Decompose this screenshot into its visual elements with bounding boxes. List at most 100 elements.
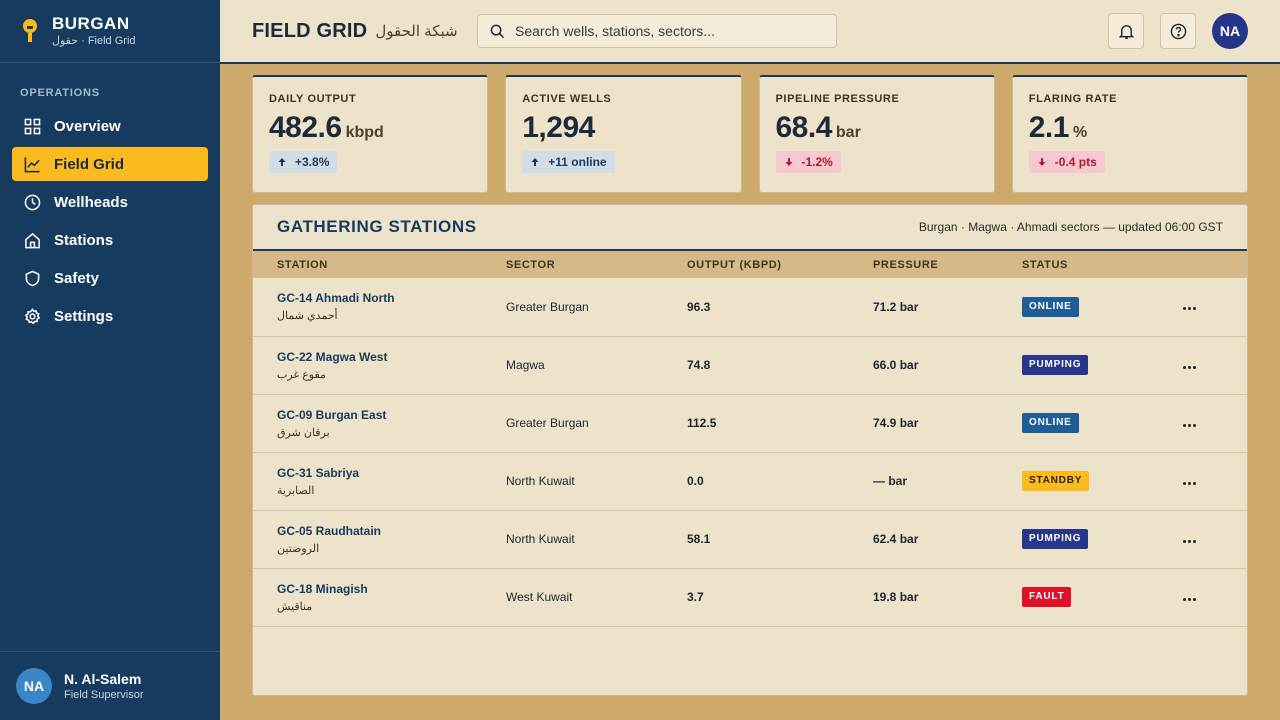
station-name[interactable]: GC-09 Burgan East — [277, 408, 506, 422]
station-name[interactable]: GC-18 Minagish — [277, 582, 506, 596]
brand-subtitle: حقول · Field Grid — [52, 35, 136, 47]
station-sector: North Kuwait — [506, 452, 687, 511]
user-role: Field Supervisor — [64, 689, 144, 701]
more-options-icon[interactable] — [1179, 303, 1200, 314]
kpi-delta: -0.4 pts — [1028, 151, 1105, 173]
status-badge: ONLINE — [1022, 413, 1079, 433]
status-badge: PUMPING — [1022, 529, 1089, 549]
avatar: NA — [16, 668, 52, 704]
kpi-value: 482.6 — [269, 111, 342, 144]
page-title-arabic: شبكة الحقول — [375, 23, 458, 40]
chart-line-icon — [24, 156, 40, 172]
table-row[interactable]: GC-22 Magwa West مقوع غرب Magwa 74.8 66.0… — [253, 336, 1247, 395]
notifications-button[interactable] — [1108, 13, 1144, 49]
help-button[interactable] — [1160, 13, 1196, 49]
more-options-icon[interactable] — [1179, 420, 1200, 431]
station-pressure: 66.0 bar — [873, 336, 1022, 395]
sidebar-item-wellheads[interactable]: Wellheads — [12, 185, 208, 219]
station-output: 112.5 — [687, 394, 873, 453]
status-badge: STANDBY — [1022, 471, 1090, 491]
kpi-value: 1,294 — [522, 111, 595, 144]
brand[interactable]: BURGAN حقول · Field Grid — [0, 0, 220, 63]
station-output: 96.3 — [687, 278, 873, 337]
station-name-arabic: مناقيش — [277, 600, 313, 613]
search-box[interactable] — [477, 14, 837, 48]
station-name[interactable]: GC-14 Ahmadi North — [277, 291, 506, 305]
kpi-delta: +3.8% — [269, 151, 338, 173]
status-badge: ONLINE — [1022, 296, 1079, 317]
kpi-delta-text: +11 online — [548, 155, 607, 169]
more-options-icon[interactable] — [1179, 594, 1200, 605]
station-name[interactable]: GC-31 Sabriya — [277, 466, 506, 480]
kpi-row: DAILY OUTPUT 482.6 kbpd +3.8% ACTIVE WEL… — [252, 75, 1248, 193]
sidebar-nav: Overview Field Grid Wellheads Stations S… — [0, 109, 220, 333]
station-name[interactable]: GC-05 Raudhatain — [277, 524, 506, 538]
header-avatar[interactable]: NA — [1212, 13, 1248, 49]
kpi-unit: % — [1072, 124, 1088, 141]
sidebar-item-label: Field Grid — [54, 155, 125, 173]
top-header: FIELD GRID شبكة الحقول NA — [220, 0, 1280, 64]
status-badge: PUMPING — [1022, 355, 1089, 375]
table-row[interactable]: GC-05 Raudhatain الروضتين North Kuwait 58… — [253, 510, 1247, 569]
kpi-label: FLARING RATE — [1028, 93, 1118, 105]
user-name: N. Al-Salem — [64, 671, 142, 687]
kpi-delta: +11 online — [522, 151, 615, 173]
more-options-icon[interactable] — [1179, 536, 1200, 547]
bell-icon — [1118, 24, 1134, 39]
station-name[interactable]: GC-22 Magwa West — [277, 350, 506, 364]
more-options-icon[interactable] — [1179, 362, 1200, 373]
search-icon — [490, 24, 505, 38]
kpi-unit: kbpd — [345, 124, 384, 141]
station-name-arabic: الصابرية — [277, 484, 315, 497]
panel-meta: Burgan · Magwa · Ahmadi sectors — update… — [918, 220, 1223, 234]
kpi-value: 68.4 — [775, 111, 833, 144]
table-row[interactable]: GC-31 Sabriya الصابرية North Kuwait 0.0 —… — [253, 452, 1247, 511]
kpi-card-daily-output: DAILY OUTPUT 482.6 kbpd +3.8% — [252, 75, 489, 193]
panel-title: GATHERING STATIONS — [277, 217, 477, 236]
station-name-arabic: برقان شرق — [277, 426, 330, 439]
sidebar-item-stations[interactable]: Stations — [12, 223, 208, 257]
column-header-status[interactable]: STATUS — [1022, 251, 1179, 278]
sidebar-item-label: Overview — [54, 117, 121, 135]
station-pressure: 74.9 bar — [873, 394, 1022, 453]
gathering-stations-panel: GATHERING STATIONS Burgan · Magwa · Ahma… — [252, 204, 1248, 696]
station-sector: West Kuwait — [506, 568, 687, 627]
page-title: FIELD GRID — [252, 19, 368, 42]
kpi-label: PIPELINE PRESSURE — [775, 93, 900, 105]
sidebar-item-overview[interactable]: Overview — [12, 109, 208, 143]
search-input[interactable] — [515, 23, 815, 39]
sidebar-item-safety[interactable]: Safety — [12, 261, 208, 295]
brand-name: BURGAN — [52, 14, 130, 33]
column-header-pressure[interactable]: PRESSURE — [873, 251, 1022, 278]
station-sector: Greater Burgan — [506, 278, 687, 337]
station-name-arabic: أحمدي شمال — [277, 310, 338, 323]
kpi-delta-text: -0.4 pts — [1054, 155, 1097, 169]
sidebar: BURGAN حقول · Field Grid OPERATIONS Over… — [0, 0, 220, 720]
station-pressure: — bar — [873, 452, 1022, 511]
station-pressure: 71.2 bar — [873, 278, 1022, 337]
status-badge: FAULT — [1022, 587, 1072, 607]
column-header-output[interactable]: OUTPUT (KBPD) — [687, 251, 873, 278]
table-row[interactable]: GC-18 Minagish مناقيش West Kuwait 3.7 19.… — [253, 568, 1247, 627]
column-header-sector[interactable]: SECTOR — [506, 251, 687, 278]
more-options-icon[interactable] — [1179, 478, 1200, 489]
sidebar-item-settings[interactable]: Settings — [12, 299, 208, 333]
arrow-down-icon — [1038, 158, 1046, 166]
kpi-card-flaring-rate: FLARING RATE 2.1 % -0.4 pts — [1011, 75, 1248, 193]
table-row[interactable]: GC-14 Ahmadi North أحمدي شمال Greater Bur… — [253, 278, 1247, 337]
station-name-arabic: مقوع غرب — [277, 368, 326, 381]
kpi-label: ACTIVE WELLS — [522, 93, 612, 105]
sidebar-item-label: Stations — [54, 231, 114, 249]
clock-icon — [24, 194, 41, 210]
station-sector: Magwa — [506, 336, 687, 395]
kpi-delta-text: -1.2% — [801, 155, 833, 169]
table-row[interactable]: GC-09 Burgan East برقان شرق Greater Burga… — [253, 394, 1247, 453]
station-sector: North Kuwait — [506, 510, 687, 569]
column-header-station[interactable]: STATION — [253, 251, 506, 278]
column-header-actions — [1179, 251, 1247, 278]
kpi-card-active-wells: ACTIVE WELLS 1,294 +11 online — [505, 75, 742, 193]
user-card[interactable]: NA N. Al-Salem Field Supervisor — [0, 651, 220, 720]
kpi-value: 2.1 — [1028, 111, 1070, 144]
oil-derrick-logo-icon — [23, 19, 37, 42]
sidebar-item-field-grid[interactable]: Field Grid — [12, 147, 208, 181]
